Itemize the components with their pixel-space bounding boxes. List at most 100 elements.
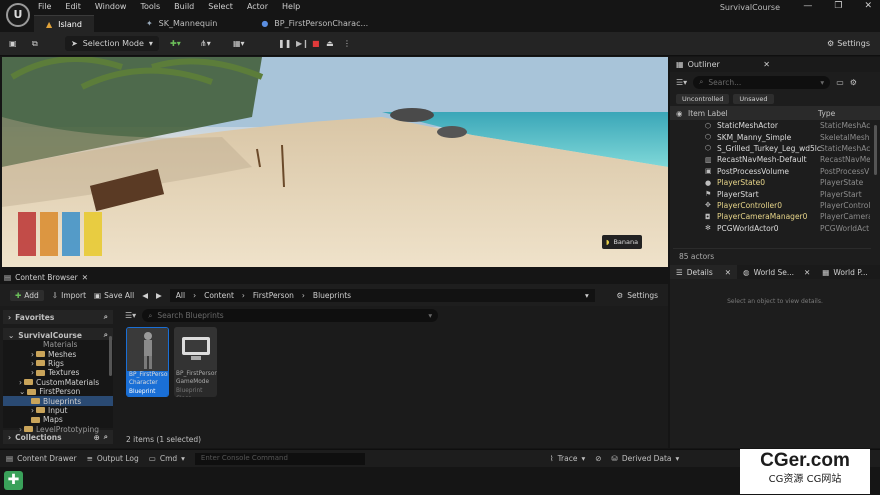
console-input[interactable]: Enter Console Command: [194, 452, 365, 465]
tree-scrollbar[interactable]: [109, 336, 112, 376]
tab-details[interactable]: ☰ Details ✕: [670, 265, 738, 279]
asset-tile-gamemode[interactable]: BP_FirstPerson GameMode Blueprint Class: [174, 327, 217, 397]
cb-settings-button[interactable]: ⚙ Settings: [617, 291, 659, 300]
forward-icon[interactable]: ▶: [156, 291, 162, 300]
type-column[interactable]: Type: [818, 109, 835, 118]
close-icon[interactable]: ✕: [763, 60, 770, 69]
trace-dropdown[interactable]: ⌇ Trace ▾: [550, 454, 585, 463]
asset-tile-character[interactable]: BP_FirstPerson Character Blueprint Class: [126, 327, 169, 397]
level-viewport[interactable]: ◗ Banana: [2, 57, 668, 267]
gear-icon[interactable]: ⚙: [850, 78, 857, 87]
menu-actor[interactable]: Actor: [247, 2, 268, 11]
cmd-dropdown[interactable]: ▭ Cmd ▾: [149, 454, 185, 463]
breadcrumb-blueprints[interactable]: Blueprints: [313, 291, 351, 300]
cb-status: 2 items (1 selected): [126, 435, 202, 444]
tree-folder[interactable]: ⌄ FirstPerson: [3, 387, 113, 396]
cinematics-icon[interactable]: ▦▾: [233, 36, 245, 51]
save-icon[interactable]: ▣: [9, 36, 17, 51]
outliner-row[interactable]: ⬡ StaticMeshActor StaticMeshAct: [670, 120, 880, 131]
save-all-button[interactable]: ▣ Save All: [94, 291, 134, 300]
source-control-status-icon[interactable]: ⊘: [595, 454, 601, 463]
skip-icon[interactable]: ▶❙: [296, 36, 309, 51]
tree-folder[interactable]: Materials: [3, 340, 113, 349]
menu-build[interactable]: Build: [174, 2, 194, 11]
output-log-label: Output Log: [96, 454, 139, 463]
controller-icon: ✥: [705, 201, 711, 210]
uncontrolled-chip[interactable]: Uncontrolled: [676, 94, 730, 104]
filter-icon[interactable]: ☰▾: [125, 311, 136, 320]
pcg-icon: ✻: [705, 224, 711, 233]
back-icon[interactable]: ◀: [142, 291, 148, 300]
outliner-row[interactable]: ✥ PlayerController0 PlayerControl: [670, 200, 880, 211]
unsaved-chip[interactable]: Unsaved: [733, 94, 774, 104]
derived-data-button[interactable]: ⛁ Derived Data ▾: [612, 454, 680, 463]
breadcrumb-firstperson[interactable]: FirstPerson: [253, 291, 294, 300]
output-log-button[interactable]: ≡ Output Log: [87, 454, 139, 463]
menu-select[interactable]: Select: [208, 2, 233, 11]
tree-folder[interactable]: › CustomMaterials: [3, 378, 113, 387]
add-button[interactable]: ✚ Add: [10, 289, 44, 301]
favorites-header[interactable]: › Favorites ⌕: [3, 310, 113, 324]
tree-folder-selected[interactable]: Blueprints: [3, 396, 113, 406]
visibility-icon[interactable]: ◉: [676, 109, 683, 118]
stop-icon[interactable]: ■: [312, 36, 320, 51]
outliner-search-input[interactable]: ⌕ Search... ▾: [693, 75, 831, 89]
menu-help[interactable]: Help: [282, 2, 300, 11]
filter-icon[interactable]: ☰▾: [676, 78, 687, 87]
outliner-row[interactable]: ◘ PlayerCameraManager0 PlayerCamera: [670, 211, 880, 222]
add-plugin-icon[interactable]: ✚: [4, 471, 23, 490]
outliner-row[interactable]: ⬡ SKM_Manny_Simple SkeletalMesh: [670, 131, 880, 142]
asset-search-input[interactable]: ⌕ Search Blueprints ▾: [142, 309, 439, 322]
asset-filter-bar: ☰▾ ⌕ Search Blueprints ▾: [125, 309, 439, 322]
tree-folder[interactable]: Maps: [3, 415, 113, 424]
outliner-row[interactable]: ● PlayerState0 PlayerState: [670, 177, 880, 188]
outliner-row[interactable]: ▣ PostProcessVolume PostProcessV: [670, 166, 880, 177]
tab-sk-mannequin[interactable]: ✦ SK_Mannequin: [134, 15, 229, 32]
tree-folder[interactable]: › Meshes: [3, 349, 113, 359]
play-options-icon[interactable]: ⋮: [343, 36, 351, 51]
breadcrumb-content[interactable]: Content: [204, 291, 234, 300]
blueprint-menu-icon[interactable]: ⋔▾: [200, 36, 211, 51]
tab-island[interactable]: ▲ Island: [34, 15, 94, 32]
breadcrumb-all[interactable]: All: [176, 291, 185, 300]
search-icon[interactable]: ⌕: [104, 330, 108, 340]
search-icon: ⌕: [699, 77, 704, 86]
add-actor-icon[interactable]: ✚▾: [170, 36, 181, 51]
tree-folder[interactable]: › Textures: [3, 368, 113, 377]
outliner-row[interactable]: ✻ PCGWorldActor0 PCGWorldAct: [670, 223, 880, 234]
outliner-row[interactable]: ⬡ S_Grilled_Turkey_Leg_wd5lc StaticMeshAc: [670, 143, 880, 154]
search-icon[interactable]: ⌕: [104, 312, 108, 322]
menu-tools[interactable]: Tools: [140, 2, 160, 11]
menu-edit[interactable]: Edit: [65, 2, 81, 11]
close-icon[interactable]: ✕: [82, 273, 88, 282]
outliner-row[interactable]: ▥ RecastNavMesh-Default RecastNavMe: [670, 154, 880, 165]
tree-folder[interactable]: › Input: [3, 406, 113, 415]
outliner-row[interactable]: ⚑ PlayerStart PlayerStart: [670, 188, 880, 199]
menu-window[interactable]: Window: [95, 2, 127, 11]
eject-icon[interactable]: ⏏: [326, 36, 334, 51]
tab-world-settings[interactable]: ◍ World Se... ✕: [737, 268, 816, 277]
source-control-icon[interactable]: ⧉: [32, 36, 38, 51]
tab-bp-firstperson[interactable]: ● BP_FirstPersonCharac...: [249, 15, 380, 32]
item-label-column[interactable]: Item Label: [688, 109, 728, 118]
close-icon[interactable]: ✕: [804, 268, 810, 277]
import-button[interactable]: ⇩ Import: [52, 291, 86, 300]
chevron-down-icon[interactable]: ▾: [585, 291, 589, 300]
settings-button[interactable]: ⚙ Settings: [827, 36, 870, 51]
close-icon[interactable]: ✕: [725, 268, 731, 277]
pause-icon[interactable]: ❚❚: [278, 36, 291, 51]
close-icon[interactable]: ✕: [864, 1, 872, 11]
tree-folder[interactable]: › LevelPrototyping: [3, 425, 113, 434]
folder-add-icon[interactable]: ▭: [836, 78, 844, 87]
unreal-logo-icon[interactable]: U: [6, 3, 30, 27]
tab-world-partition[interactable]: ▦ World P...: [816, 268, 873, 277]
tree-folder[interactable]: › Rigs: [3, 359, 113, 368]
favorites-label: Favorites: [15, 312, 55, 322]
asset-name: BP_FirstPerson GameMode: [176, 371, 217, 385]
menu-file[interactable]: File: [38, 2, 51, 11]
maximize-icon[interactable]: ❐: [834, 1, 842, 11]
outliner-scrollbar[interactable]: [874, 125, 877, 175]
content-drawer-button[interactable]: ▤ Content Drawer: [6, 454, 77, 463]
minimize-icon[interactable]: —: [803, 1, 812, 11]
selection-mode-dropdown[interactable]: ➤ Selection Mode ▾: [65, 36, 159, 51]
